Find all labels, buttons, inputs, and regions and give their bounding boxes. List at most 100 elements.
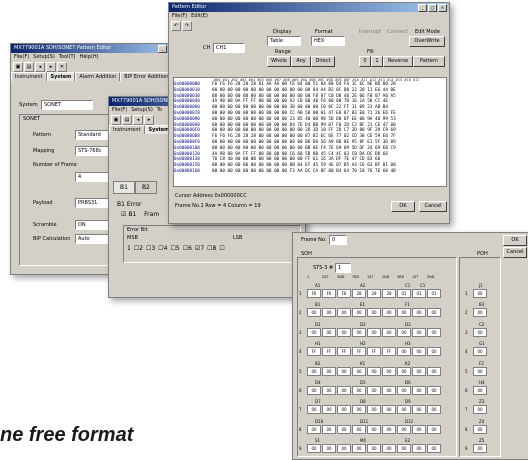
soh-byte-input[interactable]: 00 — [352, 366, 366, 376]
soh-byte-input[interactable]: 00 — [367, 386, 381, 395]
soh-byte-input[interactable]: 00 — [427, 366, 441, 376]
hex-row-bytes[interactable]: F6 F6 F6 28 28 28 00 00 00 00 00 00 87 8… — [212, 134, 396, 139]
soh-byte-input[interactable]: 28 — [367, 289, 381, 298]
soh-byte-input[interactable]: 00 — [367, 366, 381, 376]
save-icon[interactable]: ▤ — [24, 61, 34, 72]
soh-byte-input[interactable]: 00 — [352, 444, 366, 454]
soh-byte-input[interactable]: 00 — [352, 308, 366, 318]
poh-byte-input[interactable]: 00 — [473, 386, 487, 395]
soh-byte-input[interactable]: 00 — [397, 386, 411, 395]
soh-byte-input[interactable]: 00 — [322, 327, 336, 337]
fill-1-button[interactable]: 1 — [371, 56, 383, 67]
soh-byte-input[interactable]: 00 — [337, 386, 351, 395]
soh-byte-input[interactable]: 01 — [427, 289, 441, 298]
hex-row-bytes[interactable]: 4A 98 08 0A FF FF 00 00 00 00 C6 68 5B 8… — [212, 152, 388, 157]
hex-table[interactable]: #00 #01 #02 #03 #04 #05 #06 #07 #08 #09 … — [173, 77, 447, 187]
menu-file[interactable]: File(F) — [172, 13, 187, 19]
cancel-button[interactable]: Cancel — [419, 201, 447, 212]
soh-byte-input[interactable]: 00 — [397, 308, 411, 318]
soh-byte-input[interactable]: 00 — [382, 424, 396, 434]
soh-byte-input[interactable]: 00 — [307, 424, 321, 434]
tab-alarm[interactable]: Alarm Addition — [75, 72, 121, 81]
soh-byte-input[interactable]: 00 — [427, 444, 441, 454]
soh-byte-input[interactable]: 00 — [307, 327, 321, 337]
hex-row-bytes[interactable]: 00 00 00 00 00 00 00 00 00 00 00 00 BB 8… — [212, 146, 396, 151]
soh-byte-input[interactable]: 28 — [382, 289, 396, 298]
soh-byte-input[interactable]: 00 — [397, 327, 411, 337]
back-icon[interactable]: ◂ — [35, 61, 45, 72]
soh-byte-input[interactable]: 00 — [382, 327, 396, 337]
tab-instrument[interactable]: Instrument — [109, 125, 145, 134]
soh-byte-input[interactable]: 00 — [412, 366, 426, 376]
soh-byte-input[interactable]: 00 — [412, 386, 426, 395]
soh-byte-input[interactable]: 00 — [322, 366, 336, 376]
tab-b2[interactable]: B2 — [134, 181, 157, 194]
soh-byte-input[interactable]: 00 — [397, 424, 411, 434]
soh-byte-input[interactable]: 28 — [352, 289, 366, 298]
format-select[interactable]: HEX — [311, 36, 345, 46]
close-button[interactable]: × — [438, 4, 447, 12]
soh-byte-input[interactable]: 00 — [367, 444, 381, 454]
frame-no-input[interactable]: 0 — [329, 235, 347, 245]
maximize-button[interactable]: □ — [428, 4, 437, 12]
redo-icon[interactable]: ↷ — [182, 20, 192, 31]
soh-byte-input[interactable]: 00 — [427, 424, 441, 434]
close-icon[interactable]: ✕ — [57, 61, 67, 72]
tab-bip[interactable]: BIP Error Addition — [120, 72, 173, 81]
poh-byte-input[interactable]: 00 — [473, 289, 487, 298]
soh-byte-input[interactable]: 00 — [352, 327, 366, 337]
soh-byte-input[interactable]: 00 — [412, 347, 426, 357]
hex-row-bytes[interactable]: 00 00 00 00 00 00 00 00 00 00 3B 00 00 0… — [212, 105, 388, 110]
menu-setup[interactable]: Setup(S) — [33, 54, 55, 60]
poh-byte-input[interactable]: 00 — [473, 308, 487, 318]
cancel-button[interactable]: Cancel — [503, 247, 527, 258]
soh-byte-input[interactable]: 00 — [397, 366, 411, 376]
soh-byte-input[interactable]: 00 — [307, 444, 321, 454]
open-icon[interactable]: ▣ — [111, 114, 121, 125]
system-select[interactable]: SONET — [41, 100, 93, 110]
fill-0-button[interactable]: 0 — [359, 56, 371, 67]
poh-byte-input[interactable]: 00 — [473, 366, 487, 376]
poh-byte-input[interactable]: 00 — [473, 444, 487, 454]
hex-row-bytes[interactable]: F6 F6 F6 28 28 28 01 AA AA 00 FE 04 00 5… — [212, 82, 396, 87]
hex-row-bytes[interactable]: 4A 98 08 0A FF FF 00 00 00 00 A2 CB 80 4… — [212, 99, 388, 104]
ok-button[interactable]: OK — [503, 235, 527, 246]
b1-checkbox[interactable]: ☑ — [121, 211, 126, 218]
menu-help[interactable]: Help(H) — [79, 54, 98, 60]
soh-byte-input[interactable]: 01 — [412, 289, 426, 298]
back-icon[interactable]: ◂ — [133, 114, 143, 125]
minimize-button[interactable]: _ — [158, 45, 167, 53]
tab-system[interactable]: System — [46, 72, 76, 81]
hex-row-bytes[interactable]: 00 00 00 00 00 00 00 00 00 00 F3 AA DC C… — [212, 169, 396, 174]
soh-byte-input[interactable]: 00 — [412, 308, 426, 318]
soh-byte-input[interactable]: 00 — [427, 386, 441, 395]
soh-byte-input[interactable]: 00 — [412, 444, 426, 454]
soh-byte-input[interactable]: 00 — [367, 327, 381, 337]
soh-byte-input[interactable]: 00 — [307, 366, 321, 376]
menu-tool[interactable]: To — [157, 107, 162, 113]
error-bit-checkbox[interactable]: ☐ — [219, 245, 224, 252]
soh-byte-input[interactable]: 00 — [322, 386, 336, 395]
hex-row-bytes[interactable]: 00 00 00 00 00 00 00 00 00 00 00 00 00 F… — [212, 94, 396, 99]
soh-byte-input[interactable]: 00 — [307, 386, 321, 395]
soh-byte-input[interactable]: 00 — [337, 444, 351, 454]
hex-row[interactable]: 0x00000168 00 00 00 00 00 00 00 00 00 00 … — [174, 169, 446, 175]
sts-input[interactable]: 1 — [335, 263, 351, 273]
ok-button[interactable]: OK — [391, 201, 415, 212]
soh-byte-input[interactable]: 00 — [307, 405, 321, 415]
error-bit-checkbox[interactable]: ☐ — [207, 245, 212, 252]
menu-tool[interactable]: Tool(T) — [59, 54, 76, 60]
soh-byte-input[interactable]: 00 — [337, 327, 351, 337]
soh-byte-input[interactable]: 00 — [367, 424, 381, 434]
soh-byte-input[interactable]: 00 — [397, 405, 411, 415]
soh-byte-input[interactable]: 00 — [397, 444, 411, 454]
soh-byte-input[interactable]: 00 — [322, 424, 336, 434]
soh-byte-input[interactable]: FF — [307, 347, 321, 357]
soh-byte-input[interactable]: FF — [382, 347, 396, 357]
range-any-button[interactable]: Any — [291, 56, 311, 67]
soh-byte-input[interactable]: 00 — [427, 308, 441, 318]
fill-pattern-button[interactable]: Pattern — [413, 56, 445, 67]
soh-byte-input[interactable]: 00 — [382, 386, 396, 395]
menu-setup[interactable]: Setup(S) — [131, 107, 153, 113]
minimize-button[interactable]: _ — [418, 4, 427, 12]
